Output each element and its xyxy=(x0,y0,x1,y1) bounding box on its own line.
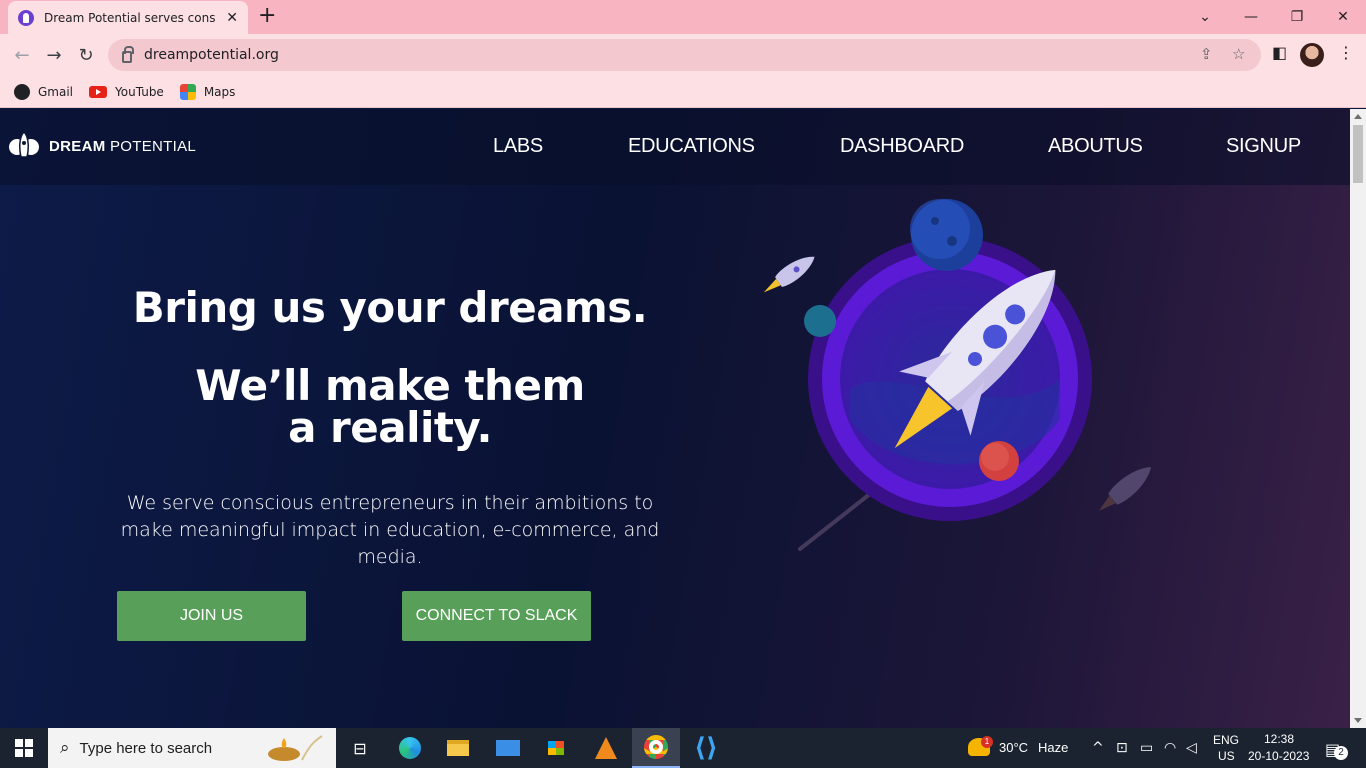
address-bar[interactable]: dreampotential.org ⇪ ☆ xyxy=(108,39,1261,71)
close-window-button[interactable]: ✕ xyxy=(1320,0,1366,34)
mail-icon xyxy=(496,740,520,756)
bookmark-label: Maps xyxy=(203,84,236,99)
rocket-logo-icon xyxy=(9,131,39,158)
search-icon: ⌕ xyxy=(60,738,70,758)
windows-taskbar: ⌕ Type here to search ⊟ ⟨⟩ 1 30°C Haze ^… xyxy=(0,728,1366,768)
clock-date[interactable]: 20-10-2023 xyxy=(1248,749,1309,763)
battery-icon[interactable]: ▭ xyxy=(1140,740,1153,756)
minimize-button[interactable]: — xyxy=(1228,0,1274,34)
browser-toolbar: ← → ↻ dreampotential.org ⇪ ☆ ◧ ⋮ xyxy=(0,34,1366,76)
task-view-icon: ⊟ xyxy=(353,738,367,758)
edge-icon xyxy=(399,737,421,759)
browser-tab-strip: Dream Potential serves conscious entrepr… xyxy=(0,0,1366,34)
bookmark-youtube[interactable]: YouTube xyxy=(89,85,164,99)
taskbar-vscode[interactable]: ⟨⟩ xyxy=(682,728,730,768)
tab-search-chevron-icon[interactable]: ⌄ xyxy=(1182,0,1228,34)
web-page: DREAM POTENTIAL LABS EDUCATIONS DASHBOAR… xyxy=(0,109,1350,728)
page-scrollbar[interactable] xyxy=(1350,109,1366,728)
hero-headline-1: Bring us your dreams. xyxy=(132,283,648,332)
reload-button[interactable]: ↻ xyxy=(74,43,98,67)
taskbar-chrome[interactable] xyxy=(632,728,680,768)
start-button[interactable] xyxy=(0,728,48,768)
menu-kebab-icon[interactable]: ⋮ xyxy=(1338,43,1354,62)
weather-desc[interactable]: Haze xyxy=(1038,740,1068,755)
bookmarks-bar: Gmail YouTube Maps xyxy=(0,76,1366,108)
rocket-planet-illustration xyxy=(763,199,1152,551)
wifi-icon[interactable]: ◠ xyxy=(1164,740,1176,756)
nav-aboutus[interactable]: ABOUTUS xyxy=(1048,135,1143,158)
taskbar-edge[interactable] xyxy=(386,728,434,768)
meet-now-icon[interactable]: ⊡ xyxy=(1116,740,1128,756)
connect-to-slack-button[interactable]: CONNECT TO SLACK xyxy=(402,591,591,641)
tab-title: Dream Potential serves conscious entrepr… xyxy=(44,10,216,25)
gmail-icon xyxy=(14,83,30,100)
share-icon[interactable]: ⇪ xyxy=(1200,45,1213,63)
nav-signup[interactable]: SIGNUP xyxy=(1226,135,1301,158)
site-logo[interactable]: DREAM POTENTIAL xyxy=(8,131,196,161)
chrome-icon xyxy=(644,735,668,759)
notification-count-badge: 2 xyxy=(1334,746,1348,760)
weather-temp[interactable]: 30°C xyxy=(999,740,1028,755)
task-view-button[interactable]: ⊟ xyxy=(336,728,384,768)
vlc-cone-icon xyxy=(595,737,617,759)
windows-logo-icon xyxy=(15,739,33,757)
youtube-icon xyxy=(89,85,108,98)
language-line-1[interactable]: ENG xyxy=(1213,733,1239,747)
window-controls: ⌄ — ❐ ✕ xyxy=(1182,0,1366,34)
taskbar-mail[interactable] xyxy=(484,728,532,768)
close-tab-icon[interactable]: ✕ xyxy=(226,10,238,26)
language-line-2[interactable]: US xyxy=(1218,749,1235,763)
scroll-down-icon[interactable] xyxy=(1354,718,1362,723)
store-icon xyxy=(545,738,567,758)
volume-icon[interactable]: ◁ xyxy=(1186,740,1197,756)
join-us-button[interactable]: JOIN US xyxy=(117,591,306,641)
new-tab-button[interactable]: + xyxy=(258,5,276,27)
profile-avatar[interactable] xyxy=(1300,43,1324,67)
address-url[interactable]: dreampotential.org xyxy=(144,47,279,63)
taskbar-search-box[interactable]: ⌕ Type here to search xyxy=(48,728,336,768)
scroll-thumb[interactable] xyxy=(1353,125,1363,183)
search-placeholder: Type here to search xyxy=(79,739,213,757)
browser-tab[interactable]: Dream Potential serves conscious entrepr… xyxy=(8,1,248,34)
taskbar-file-explorer[interactable] xyxy=(434,728,482,768)
nav-educations[interactable]: EDUCATIONS xyxy=(628,135,755,158)
nav-dashboard[interactable]: DASHBOARD xyxy=(840,135,964,158)
side-panel-icon[interactable]: ◧ xyxy=(1272,43,1287,62)
hero-headline-2: We’ll make them a reality. xyxy=(195,361,585,452)
bookmark-star-icon[interactable]: ☆ xyxy=(1232,45,1245,63)
taskbar-store[interactable] xyxy=(532,728,580,768)
taskbar-vlc[interactable] xyxy=(582,728,630,768)
weather-badge: 1 xyxy=(981,736,993,748)
folder-icon xyxy=(447,740,469,756)
bookmark-label: YouTube xyxy=(115,84,164,99)
logo-text: DREAM POTENTIAL xyxy=(49,137,197,155)
clock-time[interactable]: 12:38 xyxy=(1264,732,1294,746)
maps-icon xyxy=(179,83,196,100)
show-hidden-icons-chevron-icon[interactable]: ^ xyxy=(1092,740,1104,756)
bookmark-label: Gmail xyxy=(38,84,74,99)
back-button[interactable]: ← xyxy=(10,43,34,67)
bookmark-gmail[interactable]: Gmail xyxy=(14,83,74,100)
vscode-icon: ⟨⟩ xyxy=(694,733,718,763)
restore-button[interactable]: ❐ xyxy=(1274,0,1320,34)
hero-subtext: We serve conscious entrepreneurs in thei… xyxy=(120,492,660,568)
nav-labs[interactable]: LABS xyxy=(493,135,543,158)
diya-lamp-icon xyxy=(268,735,323,761)
site-favicon-icon xyxy=(18,9,34,26)
scroll-up-icon[interactable] xyxy=(1354,114,1362,119)
site-header: DREAM POTENTIAL LABS EDUCATIONS DASHBOAR… xyxy=(0,109,1350,185)
bookmark-maps[interactable]: Maps xyxy=(179,83,236,100)
forward-button[interactable]: → xyxy=(42,43,66,67)
lock-icon xyxy=(122,46,134,63)
